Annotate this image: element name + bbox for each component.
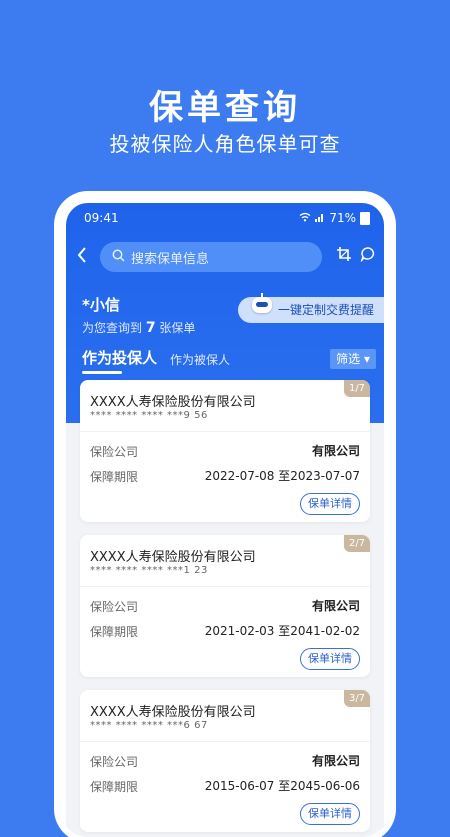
count-suffix: 张保单	[159, 321, 196, 335]
card-divider	[80, 741, 370, 742]
filter-button[interactable]: 筛选 ▾	[330, 349, 376, 369]
battery-icon	[360, 211, 370, 225]
period-value: 2015-06-07 至2045-06-06	[204, 779, 360, 793]
insurer-value: 有限公司	[311, 599, 360, 613]
payment-reminder-button[interactable]: 一键定制交费提醒	[237, 293, 384, 323]
period-label: 保障期限	[90, 470, 139, 484]
robot-icon	[251, 293, 272, 315]
app-screen: 09:41 71% 搜索保单信息 *小信 为您查询到 7 张保单 一键定制交费提…	[66, 203, 384, 837]
phone-frame: 09:41 71% 搜索保单信息 *小信 为您查询到 7 张保单 一键定制交费提…	[60, 197, 390, 837]
policy-detail-button[interactable]: 保单详情	[300, 803, 360, 825]
search-input[interactable]: 搜索保单信息	[100, 242, 322, 272]
period-label: 保障期限	[90, 780, 139, 794]
insurer-label: 保险公司	[90, 445, 139, 459]
battery-percent: 71%	[329, 211, 356, 225]
tab-insured[interactable]: 作为被保人	[170, 351, 230, 368]
policy-card[interactable]: XXXX人寿保险股份有限公司 **** **** **** ***9 56 1/…	[80, 380, 370, 522]
policy-index-badge: 2/7	[344, 535, 370, 552]
promo-subtitle: 投被保险人角色保单可查	[109, 132, 341, 156]
reminder-label: 一键定制交费提醒	[277, 303, 374, 317]
status-bar: 09:41 71%	[66, 203, 384, 231]
period-label: 保障期限	[90, 625, 139, 639]
company-name: XXXX人寿保险股份有限公司	[90, 705, 256, 720]
nav-bar: 搜索保单信息	[66, 241, 384, 275]
crop-icon[interactable]	[336, 246, 352, 267]
policy-count-line: 为您查询到 7 张保单	[82, 319, 195, 336]
policy-index-badge: 3/7	[344, 690, 370, 707]
policy-detail-button[interactable]: 保单详情	[300, 493, 360, 515]
insurer-label: 保险公司	[90, 600, 139, 614]
wifi-icon	[299, 211, 311, 225]
insurer-value: 有限公司	[311, 754, 360, 768]
policy-number: **** **** **** ***6 67	[90, 720, 208, 731]
search-icon	[112, 249, 125, 266]
dropdown-triangle-icon: ▾	[363, 352, 370, 366]
filter-label: 筛选	[336, 352, 361, 366]
period-value: 2021-02-03 至2041-02-02	[204, 624, 360, 638]
policy-index-badge: 1/7	[344, 380, 370, 397]
status-time: 09:41	[84, 211, 119, 225]
policy-count: 7	[145, 320, 156, 336]
company-name: XXXX人寿保险股份有限公司	[90, 550, 256, 565]
tab-active-indicator	[82, 371, 122, 374]
user-name: *小信	[82, 296, 120, 314]
signal-icon	[315, 211, 325, 225]
policy-card[interactable]: XXXX人寿保险股份有限公司 **** **** **** ***1 23 2/…	[80, 535, 370, 677]
role-tabs: 作为投保人 作为被保人 筛选 ▾	[66, 345, 384, 375]
policy-card[interactable]: XXXX人寿保险股份有限公司 **** **** **** ***6 67 3/…	[80, 690, 370, 832]
count-prefix: 为您查询到	[82, 321, 143, 335]
back-icon[interactable]	[76, 245, 88, 272]
card-divider	[80, 431, 370, 432]
policy-number: **** **** **** ***9 56	[90, 410, 208, 421]
policy-detail-button[interactable]: 保单详情	[300, 648, 360, 670]
insurer-value: 有限公司	[311, 444, 360, 458]
search-placeholder: 搜索保单信息	[131, 251, 210, 267]
company-name: XXXX人寿保险股份有限公司	[90, 395, 256, 410]
tab-policyholder[interactable]: 作为投保人	[82, 347, 157, 368]
promo-title: 保单查询	[149, 88, 301, 128]
chat-icon[interactable]	[360, 246, 376, 267]
insurer-label: 保险公司	[90, 755, 139, 769]
policy-number: **** **** **** ***1 23	[90, 565, 208, 576]
card-divider	[80, 586, 370, 587]
status-icons: 71%	[299, 211, 370, 225]
period-value: 2022-07-08 至2023-07-07	[204, 469, 360, 483]
